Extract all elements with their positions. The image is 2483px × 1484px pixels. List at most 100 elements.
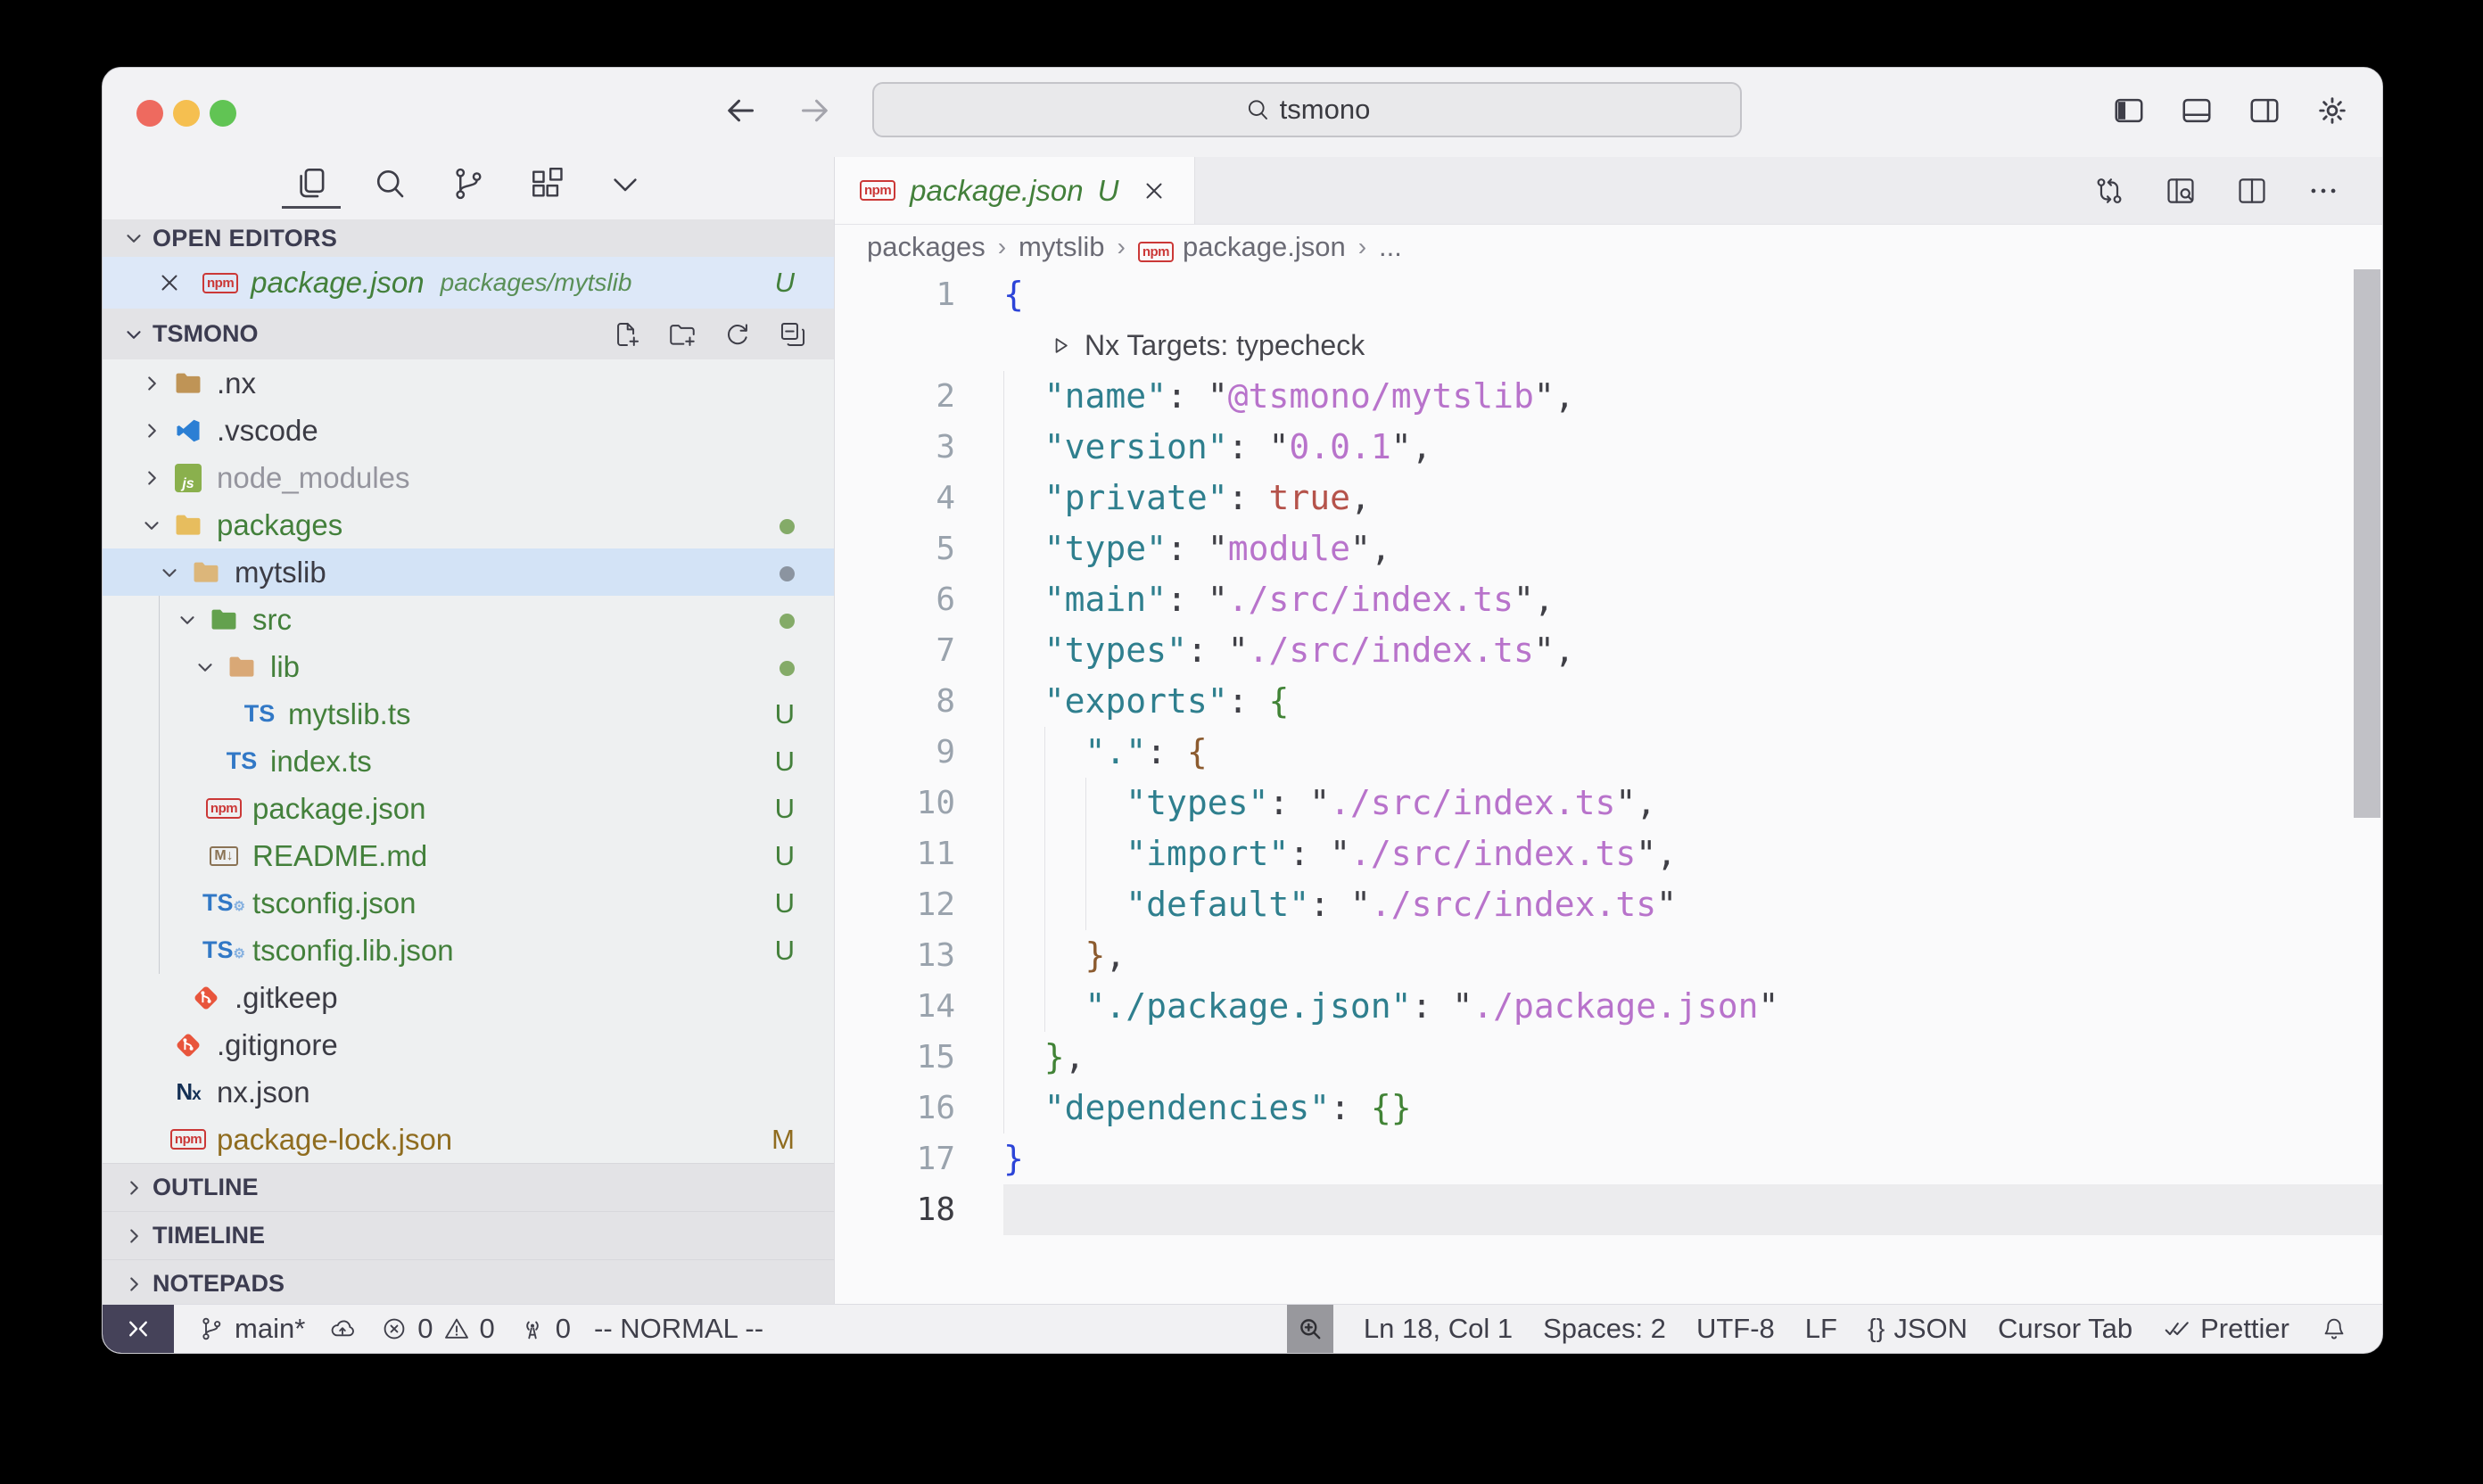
command-center-search[interactable]: tsmono [872, 82, 1742, 137]
scrollbar[interactable] [2354, 269, 2380, 818]
new-folder-button[interactable] [666, 318, 698, 350]
tree-item-tsconfig-lib-json[interactable]: TS⚙tsconfig.lib.jsonU [103, 927, 834, 974]
close-editor-icon[interactable] [156, 269, 183, 296]
toggle-primary-sidebar-button[interactable] [2106, 87, 2152, 134]
line-content: "private": true, [1003, 473, 2382, 524]
indentation-indicator[interactable]: Spaces: 2 [1543, 1313, 1666, 1345]
new-file-button[interactable] [611, 318, 643, 350]
explorer-view-icon[interactable] [291, 157, 332, 210]
tree-item--gitignore[interactable]: .gitignore [103, 1021, 834, 1068]
cursor-position[interactable]: Ln 18, Col 1 [1364, 1313, 1513, 1345]
vim-mode-indicator[interactable]: -- NORMAL -- [594, 1313, 763, 1345]
code-line-12[interactable]: 12 "default": "./src/index.ts" [835, 879, 2382, 930]
zoom-window-button[interactable] [210, 100, 236, 127]
tree-item-label: package.json [252, 792, 425, 826]
code-line-1[interactable]: 1{ [835, 269, 2382, 320]
tab-strip: npm package.json U [835, 157, 2382, 225]
minimize-window-button[interactable] [173, 100, 200, 127]
source-control-view-icon[interactable] [448, 157, 489, 210]
explorer-section-header[interactable]: TSMONO [103, 309, 834, 359]
breadcrumb-item[interactable]: npmpackage.json [1138, 231, 1346, 263]
code-line-9[interactable]: 9 ".": { [835, 727, 2382, 778]
zoom-indicator[interactable] [1287, 1305, 1333, 1353]
tree-item-readme-md[interactable]: M↓README.mdU [103, 832, 834, 879]
warning-icon [442, 1315, 471, 1343]
tree-item-package-lock-json[interactable]: npmpackage-lock.jsonM [103, 1116, 834, 1163]
refresh-explorer-button[interactable] [722, 318, 754, 350]
tree-item-label: node_modules [217, 461, 410, 495]
code-line-15[interactable]: 15 }, [835, 1032, 2382, 1083]
line-number: 7 [835, 625, 1003, 676]
code-line-4[interactable]: 4 "private": true, [835, 473, 2382, 524]
tree-item-label: .gitignore [217, 1028, 338, 1062]
extensions-view-icon[interactable] [526, 157, 567, 210]
tree-item-packages[interactable]: packages [103, 501, 834, 548]
back-button[interactable] [718, 87, 764, 134]
notifications-bell[interactable] [2320, 1315, 2348, 1343]
tree-item-package-json[interactable]: npmpackage.jsonU [103, 785, 834, 832]
code-line-13[interactable]: 13 }, [835, 930, 2382, 981]
tree-item-lib[interactable]: lib [103, 643, 834, 690]
code-line-7[interactable]: 7 "types": "./src/index.ts", [835, 625, 2382, 676]
close-window-button[interactable] [136, 100, 163, 127]
code-line-17[interactable]: 17} [835, 1134, 2382, 1184]
ports-indicator[interactable]: 0 [518, 1313, 571, 1345]
encoding-indicator[interactable]: UTF-8 [1696, 1313, 1775, 1345]
breadcrumb-item[interactable]: packages [867, 231, 986, 263]
code-line-10[interactable]: 10 "types": "./src/index.ts", [835, 778, 2382, 829]
tree-item-mytslib[interactable]: mytslib [103, 548, 834, 596]
code-line-18[interactable]: 18 [835, 1184, 2382, 1235]
split-editor-button[interactable] [2229, 168, 2275, 214]
eol-indicator[interactable]: LF [1805, 1313, 1837, 1345]
codelens-nx-targets[interactable]: Nx Targets: typecheck [835, 320, 2382, 371]
publish-changes-button[interactable] [328, 1315, 357, 1343]
tree-item-node-modules[interactable]: jsnode_modules [103, 454, 834, 501]
code-line-11[interactable]: 11 "import": "./src/index.ts", [835, 829, 2382, 879]
language-mode[interactable]: {}JSON [1868, 1313, 1967, 1345]
toggle-panel-button[interactable] [2174, 87, 2220, 134]
toggle-secondary-sidebar-button[interactable] [2241, 87, 2288, 134]
tree-item--vscode[interactable]: .vscode [103, 407, 834, 454]
breadcrumb-item[interactable]: ... [1379, 231, 1402, 263]
code-line-6[interactable]: 6 "main": "./src/index.ts", [835, 574, 2382, 625]
prettier-indicator[interactable]: Prettier [2163, 1313, 2289, 1345]
more-actions-button[interactable] [2300, 168, 2347, 214]
sidebar-section-timeline[interactable]: TIMELINE [103, 1211, 834, 1259]
close-tab-icon[interactable] [1141, 177, 1167, 204]
cursor-tab-indicator[interactable]: Cursor Tab [1998, 1313, 2132, 1345]
tab-package-json[interactable]: npm package.json U [835, 157, 1195, 224]
sidebar-section-notepads[interactable]: NOTEPADS [103, 1259, 834, 1307]
sidebar-section-outline[interactable]: OUTLINE [103, 1163, 834, 1211]
tree-item-nx-json[interactable]: Nxnx.json [103, 1068, 834, 1116]
code-line-2[interactable]: 2 "name": "@tsmono/mytslib", [835, 371, 2382, 422]
branch-indicator[interactable]: main* [197, 1313, 305, 1345]
code-line-8[interactable]: 8 "exports": { [835, 676, 2382, 727]
code-editor[interactable]: 1{Nx Targets: typecheck2 "name": "@tsmon… [835, 269, 2382, 1304]
tree-item--nx[interactable]: .nx [103, 359, 834, 407]
collapse-folders-button[interactable] [777, 318, 809, 350]
open-changes-button[interactable] [2086, 168, 2132, 214]
more-views-icon[interactable] [605, 157, 646, 210]
code-line-3[interactable]: 3 "version": "0.0.1", [835, 422, 2382, 473]
breadcrumb-item[interactable]: mytslib [1019, 231, 1104, 263]
open-editor-entry[interactable]: npm package.json packages/mytslib U [103, 257, 834, 309]
indent-guide [1003, 371, 1004, 1134]
npm-icon: npm [202, 273, 238, 293]
tree-item-label: lib [270, 650, 300, 684]
open-editors-header[interactable]: OPEN EDITORS [103, 219, 834, 257]
remote-indicator[interactable] [103, 1305, 174, 1353]
tree-item-src[interactable]: src [103, 596, 834, 643]
tree-item-mytslib-ts[interactable]: TSmytslib.tsU [103, 690, 834, 738]
open-preview-button[interactable] [2157, 168, 2204, 214]
code-line-5[interactable]: 5 "type": "module", [835, 524, 2382, 574]
tree-item-index-ts[interactable]: TSindex.tsU [103, 738, 834, 785]
settings-button[interactable] [2309, 87, 2355, 134]
search-view-icon[interactable] [369, 157, 410, 210]
tree-item-tsconfig-json[interactable]: TS⚙tsconfig.jsonU [103, 879, 834, 927]
code-line-14[interactable]: 14 "./package.json": "./package.json" [835, 981, 2382, 1032]
forward-button[interactable] [791, 87, 837, 134]
line-number: 13 [835, 930, 1003, 981]
code-line-16[interactable]: 16 "dependencies": {} [835, 1083, 2382, 1134]
tree-item--gitkeep[interactable]: .gitkeep [103, 974, 834, 1021]
problems-indicator[interactable]: 00 [380, 1313, 495, 1345]
